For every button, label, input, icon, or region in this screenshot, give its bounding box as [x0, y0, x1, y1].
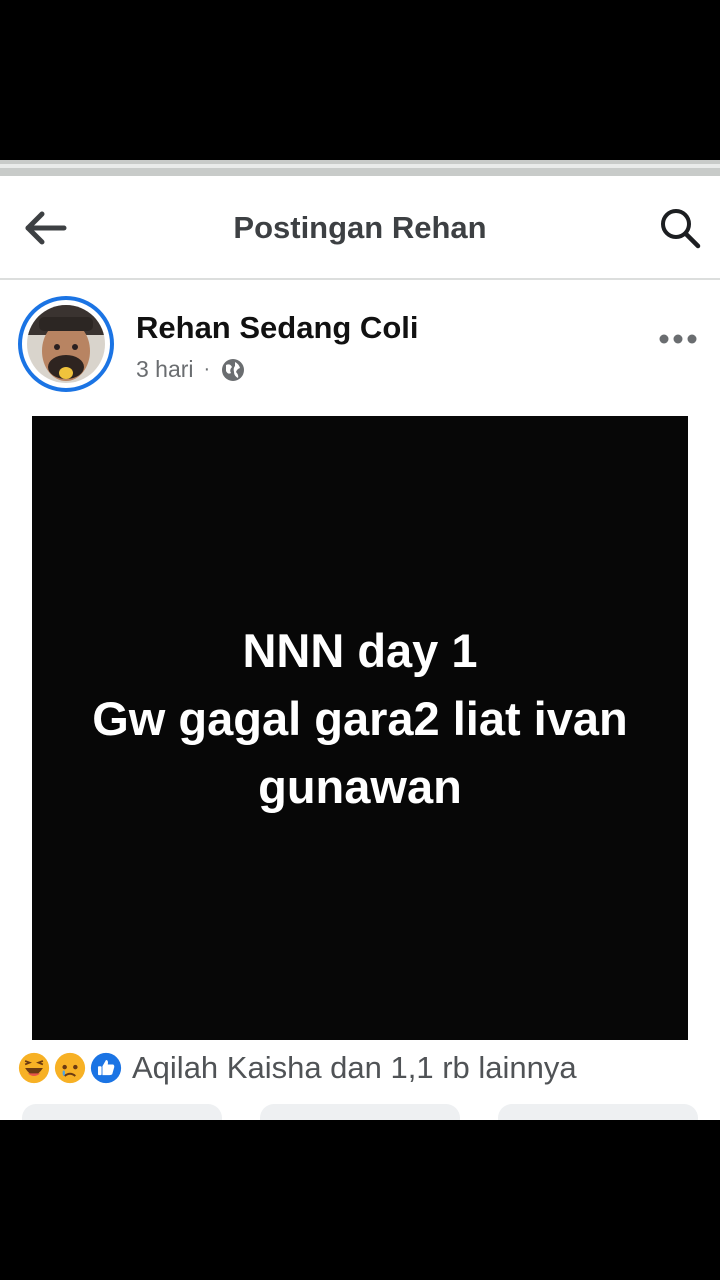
avatar-photo	[27, 305, 105, 383]
media-text: NNN day 1 Gw gagal gara2 liat ivan gunaw…	[92, 617, 627, 821]
haha-icon	[16, 1050, 52, 1086]
reaction-summary-text[interactable]: Aqilah Kaisha dan 1,1 rb lainnya	[132, 1050, 577, 1086]
author-name[interactable]: Rehan Sedang Coli	[136, 310, 418, 346]
share-action-button[interactable]	[498, 1104, 698, 1120]
avatar[interactable]	[18, 296, 114, 392]
reaction-icons	[16, 1048, 128, 1088]
post-screen: Postingan Rehan Rehan Sedang Coli 3 hari…	[0, 160, 720, 1120]
comment-action-button[interactable]	[260, 1104, 460, 1120]
status-strip	[0, 160, 720, 176]
app-bar: Postingan Rehan	[0, 176, 720, 280]
globe-icon	[222, 358, 245, 381]
media-text-line: NNN day 1	[242, 624, 478, 677]
sad-icon	[52, 1050, 88, 1086]
media-text-line: gunawan	[258, 760, 462, 813]
post-meta: 3 hari ·	[136, 356, 246, 383]
post-time[interactable]: 3 hari	[136, 356, 194, 383]
reactions-summary[interactable]: Aqilah Kaisha dan 1,1 rb lainnya	[16, 1046, 577, 1090]
like-action-button[interactable]	[22, 1104, 222, 1120]
meta-separator: ·	[203, 358, 211, 380]
status-strip-highlight	[0, 164, 720, 168]
search-icon	[661, 209, 701, 249]
media-text-line: Gw gagal gara2 liat ivan	[92, 692, 628, 745]
search-button[interactable]	[658, 206, 702, 250]
more-horizontal-icon	[659, 334, 697, 344]
like-icon	[88, 1050, 124, 1086]
page-title: Postingan Rehan	[233, 210, 487, 245]
post-media[interactable]: NNN day 1 Gw gagal gara2 liat ivan gunaw…	[32, 416, 688, 1040]
more-options-button[interactable]	[658, 332, 698, 346]
post-header: Rehan Sedang Coli 3 hari ·	[0, 280, 720, 400]
